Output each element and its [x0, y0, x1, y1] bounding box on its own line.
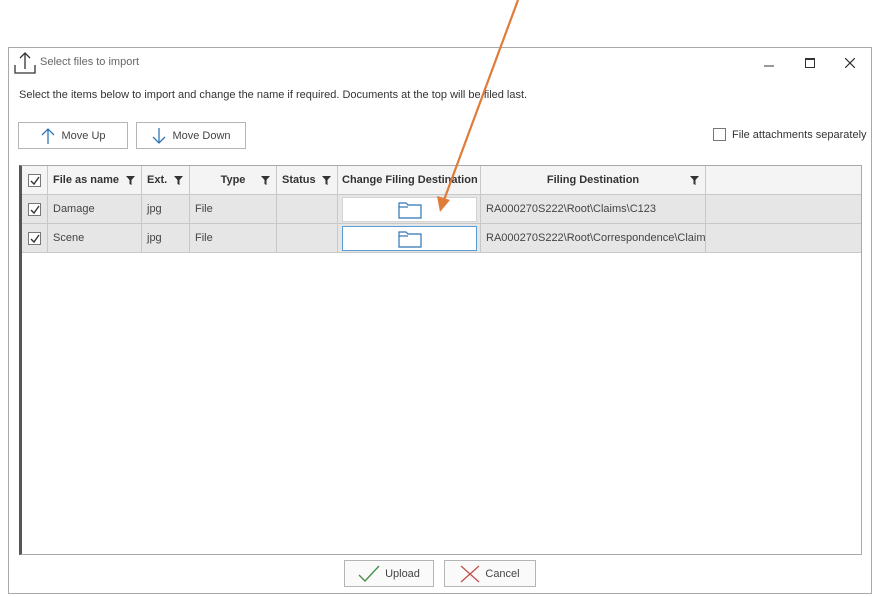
row-spacer-cell	[706, 224, 861, 253]
maximize-icon	[805, 58, 815, 68]
file-name-cell[interactable]: Scene	[48, 224, 142, 253]
column-header-filing-destination[interactable]: Filing Destination	[481, 166, 706, 195]
filter-icon[interactable]	[126, 176, 135, 185]
attachments-label: File attachments separately	[732, 128, 867, 141]
minimize-icon	[764, 65, 774, 67]
filter-icon[interactable]	[174, 176, 183, 185]
move-up-label: Move Up	[61, 129, 106, 142]
change-destination-cell	[338, 195, 481, 224]
table-row[interactable]: Damage jpg File RA000270S222\Root\Claims…	[22, 195, 861, 224]
move-down-button[interactable]: Move Down	[136, 122, 246, 149]
upload-button[interactable]: Upload	[344, 560, 434, 587]
ext-cell: jpg	[142, 195, 190, 224]
status-cell	[277, 224, 338, 253]
upload-label: Upload	[385, 567, 420, 580]
checkmark-icon	[30, 176, 40, 185]
column-header-change-filing-destination[interactable]: Change Filing Destination	[338, 166, 481, 195]
column-header-type[interactable]: Type	[190, 166, 277, 195]
column-header-file-as-name[interactable]: File as name	[48, 166, 142, 195]
column-header-ext[interactable]: Ext.	[142, 166, 190, 195]
status-cell	[277, 195, 338, 224]
arrow-up-icon	[42, 127, 55, 144]
window-title: Select files to import	[40, 56, 140, 68]
files-grid: File as name Ext. Type Status Change Fil…	[19, 165, 862, 555]
checkmark-icon	[358, 565, 380, 582]
upload-icon	[14, 52, 36, 74]
filing-destination-cell: RA000270S222\Root\Claims\C123	[481, 195, 706, 224]
grid-header-row: File as name Ext. Type Status Change Fil…	[22, 166, 861, 195]
import-dialog: Select files to import Select the items …	[8, 47, 872, 594]
file-attachments-separately-checkbox[interactable]: File attachments separately	[713, 128, 867, 141]
change-destination-button[interactable]	[342, 197, 477, 222]
row-checkbox[interactable]	[28, 202, 41, 216]
row-select-cell[interactable]	[22, 224, 48, 253]
minimize-button[interactable]	[754, 52, 784, 74]
column-header-status[interactable]: Status	[277, 166, 338, 195]
ext-cell: jpg	[142, 224, 190, 253]
instruction-text: Select the items below to import and cha…	[19, 89, 528, 101]
cancel-label: Cancel	[485, 567, 520, 580]
select-all-checkbox[interactable]	[28, 173, 41, 187]
close-button[interactable]	[835, 52, 865, 74]
row-spacer-cell	[706, 195, 861, 224]
filing-destination-cell: RA000270S222\Root\Correspondence\Claims	[481, 224, 706, 253]
filter-icon[interactable]	[690, 176, 699, 185]
filter-icon[interactable]	[261, 176, 270, 185]
close-icon	[460, 565, 480, 582]
checkmark-icon	[30, 205, 40, 214]
cancel-button[interactable]: Cancel	[444, 560, 536, 587]
row-select-cell[interactable]	[22, 195, 48, 224]
attachments-checkbox-box[interactable]	[713, 128, 726, 141]
move-down-label: Move Down	[172, 129, 231, 142]
filter-icon[interactable]	[322, 176, 331, 185]
title-bar[interactable]: Select files to import	[9, 48, 871, 78]
column-header-spacer	[706, 166, 861, 195]
table-row[interactable]: Scene jpg File RA000270S222\Root\Corresp…	[22, 224, 861, 253]
folder-icon	[397, 201, 422, 219]
select-all-cell[interactable]	[22, 166, 48, 195]
maximize-button[interactable]	[795, 52, 825, 74]
arrow-down-icon	[152, 127, 166, 144]
move-up-button[interactable]: Move Up	[18, 122, 128, 149]
checkmark-icon	[30, 234, 40, 243]
change-destination-cell	[338, 224, 481, 253]
file-name-cell[interactable]: Damage	[48, 195, 142, 224]
change-destination-button[interactable]	[342, 226, 477, 251]
row-checkbox[interactable]	[28, 231, 41, 245]
type-cell: File	[190, 224, 277, 253]
folder-icon	[397, 230, 422, 248]
type-cell: File	[190, 195, 277, 224]
close-icon	[845, 58, 855, 68]
